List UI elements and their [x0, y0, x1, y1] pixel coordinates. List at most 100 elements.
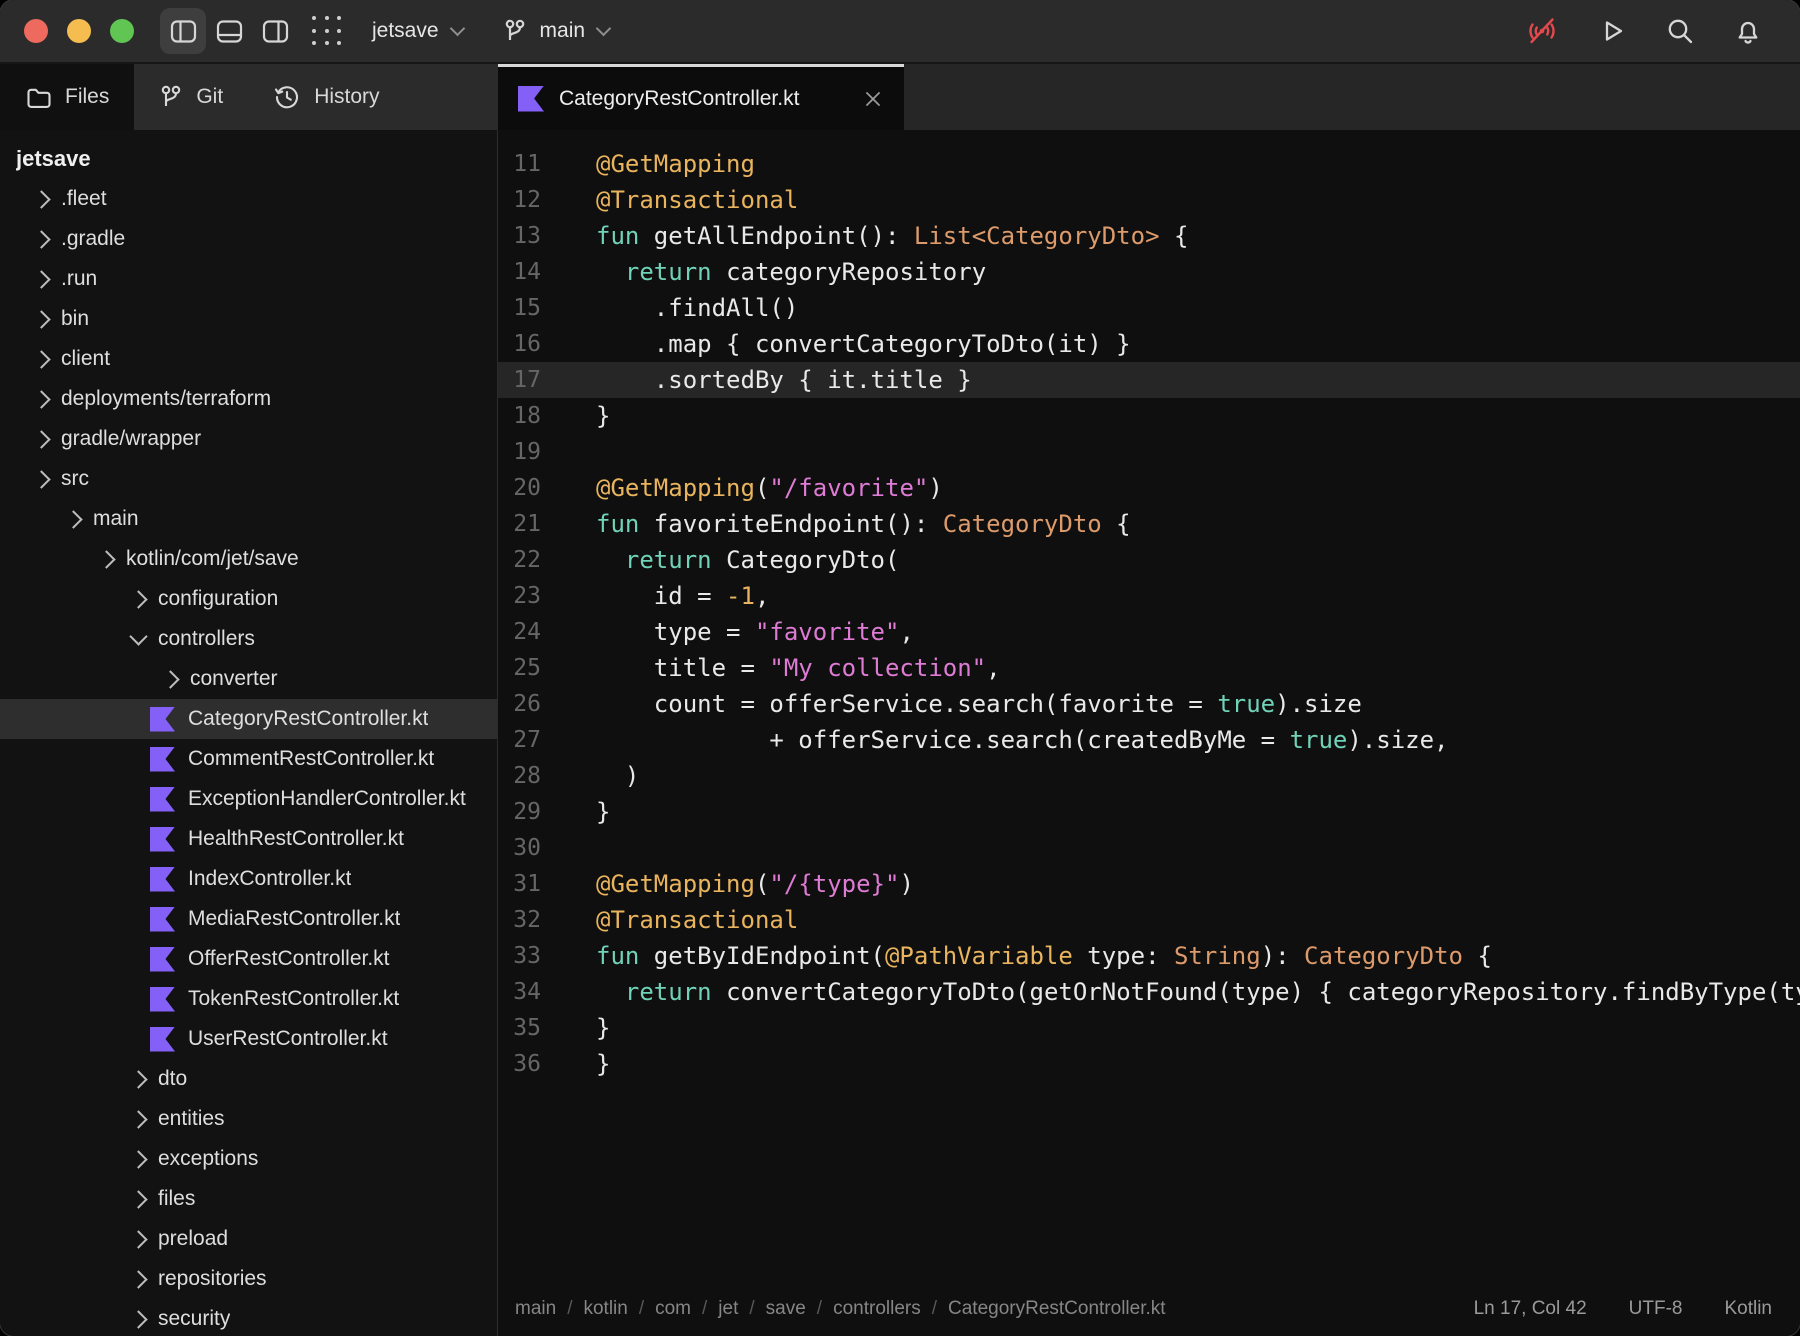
line-number[interactable]: 22: [498, 547, 596, 573]
breadcrumb-save[interactable]: save: [766, 1298, 806, 1320]
line-number[interactable]: 26: [498, 691, 596, 717]
line-number[interactable]: 11: [498, 151, 596, 177]
line-number[interactable]: 34: [498, 979, 596, 1005]
code-line-29[interactable]: 29}: [498, 794, 1800, 830]
line-number[interactable]: 20: [498, 475, 596, 501]
workspaces-grid-icon[interactable]: [312, 16, 342, 46]
line-number[interactable]: 28: [498, 763, 596, 789]
tree-item-commentrestcontroller-kt[interactable]: CommentRestController.kt: [0, 739, 497, 779]
tree-item-deployments-terraform[interactable]: deployments/terraform: [0, 379, 497, 419]
toggle-bottom-panel-button[interactable]: [206, 8, 252, 54]
line-number[interactable]: 17: [498, 367, 596, 393]
minimize-window-button[interactable]: [67, 19, 91, 43]
code-line-11[interactable]: 11@GetMapping: [498, 146, 1800, 182]
line-number[interactable]: 25: [498, 655, 596, 681]
code-line-23[interactable]: 23 id = -1,: [498, 578, 1800, 614]
line-number[interactable]: 27: [498, 727, 596, 753]
line-number[interactable]: 19: [498, 439, 596, 465]
line-number[interactable]: 12: [498, 187, 596, 213]
code-editor[interactable]: 11@GetMapping12@Transactional13fun getAl…: [498, 130, 1800, 1282]
code-line-35[interactable]: 35}: [498, 1010, 1800, 1046]
line-number[interactable]: 21: [498, 511, 596, 537]
toggle-right-panel-button[interactable]: [252, 8, 298, 54]
code-line-28[interactable]: 28 ): [498, 758, 1800, 794]
close-window-button[interactable]: [24, 19, 48, 43]
tree-item-exceptions[interactable]: exceptions: [0, 1139, 497, 1179]
line-number[interactable]: 14: [498, 259, 596, 285]
code-line-27[interactable]: 27 + offerService.search(createdByMe = t…: [498, 722, 1800, 758]
breadcrumb-controllers[interactable]: controllers: [833, 1298, 921, 1320]
tree-item-src[interactable]: src: [0, 459, 497, 499]
line-number[interactable]: 36: [498, 1051, 596, 1077]
tree-item-converter[interactable]: converter: [0, 659, 497, 699]
code-line-22[interactable]: 22 return CategoryDto(: [498, 542, 1800, 578]
code-line-15[interactable]: 15 .findAll(): [498, 290, 1800, 326]
code-line-32[interactable]: 32@Transactional: [498, 902, 1800, 938]
code-line-26[interactable]: 26 count = offerService.search(favorite …: [498, 686, 1800, 722]
tree-item-mediarestcontroller-kt[interactable]: MediaRestController.kt: [0, 899, 497, 939]
tree-item-security[interactable]: security: [0, 1299, 497, 1336]
run-icon[interactable]: [1596, 15, 1628, 47]
tree-item-jetsave[interactable]: jetsave: [0, 139, 497, 179]
close-icon[interactable]: [862, 88, 884, 110]
code-line-16[interactable]: 16 .map { convertCategoryToDto(it) }: [498, 326, 1800, 362]
tab-files[interactable]: Files: [0, 64, 134, 130]
code-line-19[interactable]: 19: [498, 434, 1800, 470]
tree-item-categoryrestcontroller-kt[interactable]: CategoryRestController.kt: [0, 699, 497, 739]
tab-git[interactable]: Git: [134, 64, 248, 130]
caret-position[interactable]: Ln 17, Col 42: [1474, 1298, 1587, 1320]
code-line-14[interactable]: 14 return categoryRepository: [498, 254, 1800, 290]
line-number[interactable]: 33: [498, 943, 596, 969]
tree-item-gradle-wrapper[interactable]: gradle/wrapper: [0, 419, 497, 459]
tree-item-run[interactable]: .run: [0, 259, 497, 299]
line-number[interactable]: 23: [498, 583, 596, 609]
tree-item-controllers[interactable]: controllers: [0, 619, 497, 659]
line-number[interactable]: 13: [498, 223, 596, 249]
line-number[interactable]: 32: [498, 907, 596, 933]
line-number[interactable]: 16: [498, 331, 596, 357]
toggle-left-panel-button[interactable]: [160, 8, 206, 54]
project-selector[interactable]: jetsave: [372, 19, 463, 43]
tree-item-main[interactable]: main: [0, 499, 497, 539]
code-line-13[interactable]: 13fun getAllEndpoint(): List<CategoryDto…: [498, 218, 1800, 254]
zoom-window-button[interactable]: [110, 19, 134, 43]
tree-item-repositories[interactable]: repositories: [0, 1259, 497, 1299]
breadcrumb-com[interactable]: com: [655, 1298, 691, 1320]
code-line-25[interactable]: 25 title = "My collection",: [498, 650, 1800, 686]
tree-item-entities[interactable]: entities: [0, 1099, 497, 1139]
code-line-21[interactable]: 21fun favoriteEndpoint(): CategoryDto {: [498, 506, 1800, 542]
code-line-12[interactable]: 12@Transactional: [498, 182, 1800, 218]
tree-item-bin[interactable]: bin: [0, 299, 497, 339]
breadcrumb-main[interactable]: main: [515, 1298, 556, 1320]
line-number[interactable]: 18: [498, 403, 596, 429]
code-line-34[interactable]: 34 return convertCategoryToDto(getOrNotF…: [498, 974, 1800, 1010]
tree-item-tokenrestcontroller-kt[interactable]: TokenRestController.kt: [0, 979, 497, 1019]
tree-item-offerrestcontroller-kt[interactable]: OfferRestController.kt: [0, 939, 497, 979]
code-line-30[interactable]: 30: [498, 830, 1800, 866]
tree-item-dto[interactable]: dto: [0, 1059, 497, 1099]
line-number[interactable]: 31: [498, 871, 596, 897]
tree-item-exceptionhandlercontroller-kt[interactable]: ExceptionHandlerController.kt: [0, 779, 497, 819]
code-line-17[interactable]: 17 .sortedBy { it.title }: [498, 362, 1800, 398]
connection-off-icon[interactable]: [1524, 15, 1560, 47]
code-line-31[interactable]: 31@GetMapping("/{type}"): [498, 866, 1800, 902]
tree-item-configuration[interactable]: configuration: [0, 579, 497, 619]
tab-history[interactable]: History: [248, 64, 404, 130]
file-language[interactable]: Kotlin: [1724, 1298, 1772, 1320]
file-encoding[interactable]: UTF-8: [1629, 1298, 1683, 1320]
code-line-20[interactable]: 20@GetMapping("/favorite"): [498, 470, 1800, 506]
code-line-36[interactable]: 36}: [498, 1046, 1800, 1082]
tree-item-indexcontroller-kt[interactable]: IndexController.kt: [0, 859, 497, 899]
tree-item-fleet[interactable]: .fleet: [0, 179, 497, 219]
editor-tab-categoryrestcontroller[interactable]: CategoryRestController.kt: [498, 64, 904, 130]
code-line-24[interactable]: 24 type = "favorite",: [498, 614, 1800, 650]
breadcrumb-jet[interactable]: jet: [718, 1298, 738, 1320]
code-line-18[interactable]: 18}: [498, 398, 1800, 434]
code-line-33[interactable]: 33fun getByIdEndpoint(@PathVariable type…: [498, 938, 1800, 974]
tree-item-gradle[interactable]: .gradle: [0, 219, 497, 259]
line-number[interactable]: 29: [498, 799, 596, 825]
line-number[interactable]: 24: [498, 619, 596, 645]
branch-selector[interactable]: main: [503, 18, 610, 45]
tree-item-kotlin-com-jet-save[interactable]: kotlin/com/jet/save: [0, 539, 497, 579]
search-icon[interactable]: [1664, 15, 1696, 47]
